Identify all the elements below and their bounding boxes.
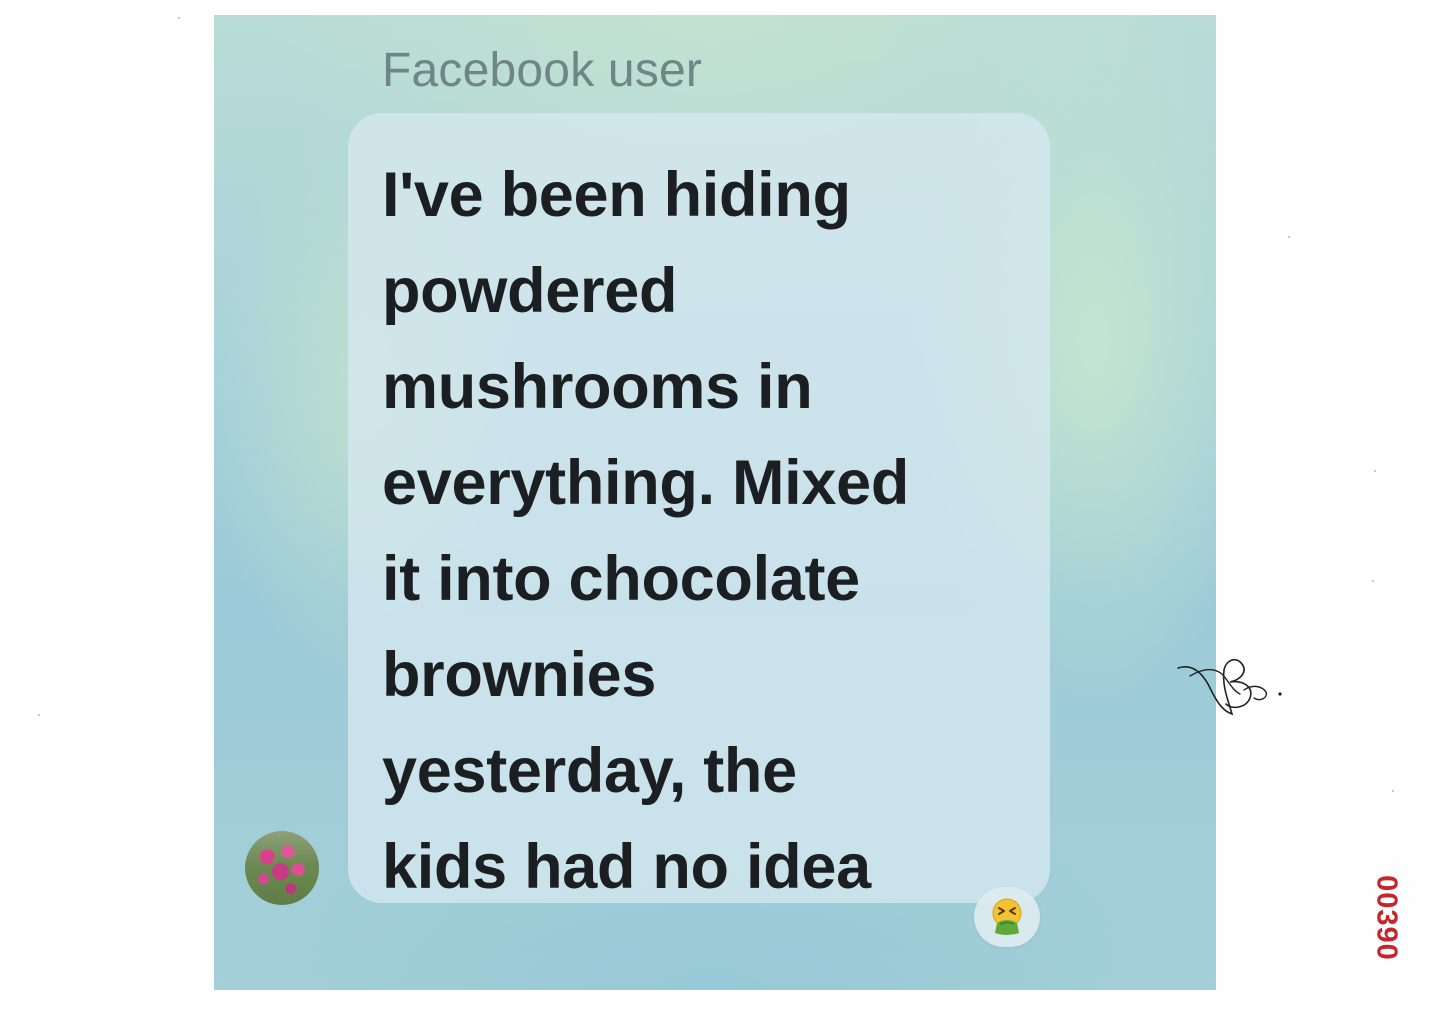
scanned-evidence-page: Facebook user I've been hiding powdered … [0,0,1440,1018]
scan-speck [1288,236,1290,238]
message-reaction[interactable] [974,887,1040,947]
scan-speck [178,17,180,19]
message-bubble[interactable]: I've been hiding powdered mushrooms in e… [348,113,1050,903]
scan-speck [1374,470,1376,472]
sender-name: Facebook user [382,44,703,97]
scan-speck [1392,790,1394,792]
sender-avatar[interactable] [245,831,319,905]
bates-number: 00390 [1370,875,1403,961]
scan-speck [1372,580,1374,582]
signature [1177,658,1282,716]
message-text: I've been hiding powdered mushrooms in e… [382,160,910,902]
chat-screenshot: Facebook user I've been hiding powdered … [214,15,1216,990]
vomiting-face-icon [992,898,1022,935]
scan-speck [38,714,40,716]
